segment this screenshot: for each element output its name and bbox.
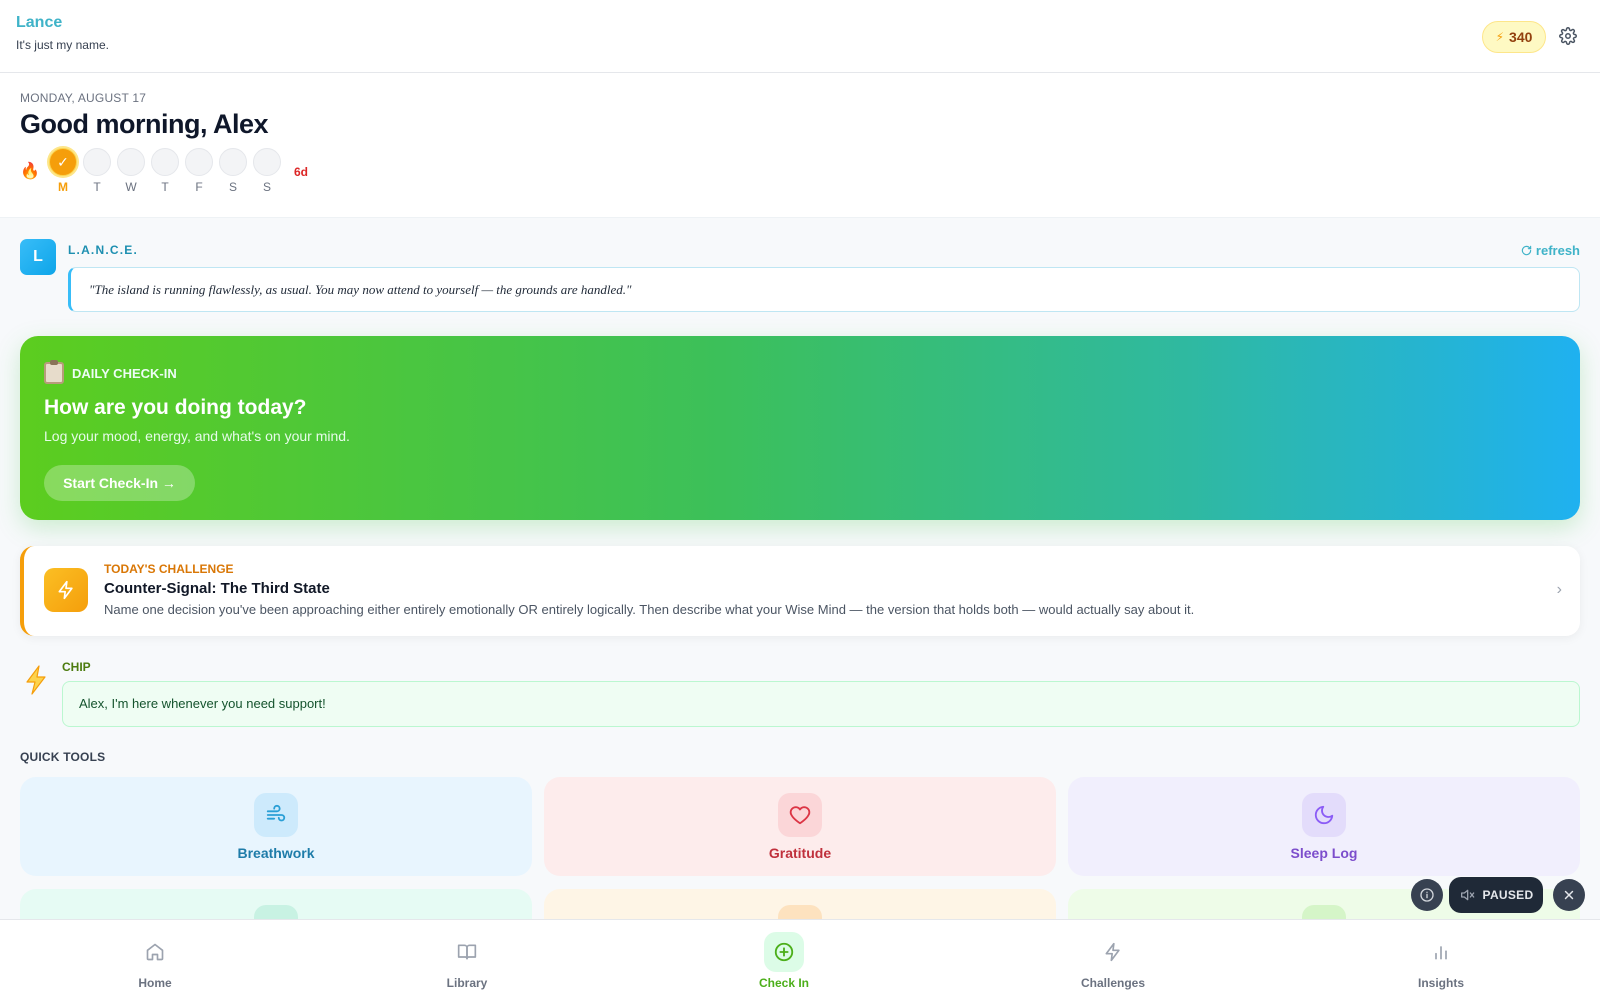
clipboard-icon [44,360,64,384]
audio-status-label: PAUSED [1482,888,1534,902]
book-icon [447,932,487,972]
date-label: MONDAY, AUGUST 17 [20,91,147,105]
day-circle [83,148,111,176]
sleep-log-tool[interactable]: Sleep Log [1068,777,1580,876]
day-wednesday[interactable]: W [117,148,145,194]
lightning-icon [24,665,48,702]
refresh-button[interactable]: refresh [1521,243,1580,258]
top-bar: Lance It's just my name. ⚡ 340 [0,0,1600,73]
nav-label: Challenges [1080,976,1146,990]
day-monday[interactable]: ✓ M [49,148,77,194]
greeting-section: MONDAY, AUGUST 17 Good morning, Alex 🔥 ✓… [0,73,1600,218]
assistant-name: L.A.N.C.E. [68,243,139,257]
day-label: F [195,180,203,194]
audio-status-button[interactable]: PAUSED [1449,877,1543,913]
refresh-icon [1521,245,1532,256]
moon-icon [1302,793,1346,837]
wind-icon [254,793,298,837]
day-circle [151,148,179,176]
bolt-icon: ⚡ [1495,30,1505,44]
nav-check-in[interactable]: Check In [724,920,844,1000]
mute-icon [1460,889,1474,901]
checkin-kicker-label: DAILY CHECK-IN [72,365,177,381]
nav-home[interactable]: Home [95,920,215,1000]
checkin-title: How are you doing today? [44,396,307,419]
challenge-card[interactable]: TODAY'S CHALLENGE Counter-Signal: The Th… [20,546,1580,636]
challenge-description: Name one decision you've been approachin… [104,602,1195,617]
day-saturday[interactable]: S [219,148,247,194]
chip-message: Alex, I'm here whenever you need support… [62,681,1580,727]
home-icon [135,932,175,972]
day-circle [253,148,281,176]
chevron-right-icon: › [1556,581,1562,598]
gratitude-tool[interactable]: Gratitude [544,777,1056,876]
nav-label: Insights [1417,976,1464,990]
breathwork-tool[interactable]: Breathwork [20,777,532,876]
gear-icon [1559,27,1577,45]
tool-label: Breathwork [237,845,315,861]
day-label: T [93,180,101,194]
tool-label: Gratitude [768,845,832,861]
nav-label: Check In [758,976,809,990]
day-circle [219,148,247,176]
plus-circle-icon [764,932,804,972]
info-button[interactable] [1411,879,1443,911]
day-tuesday[interactable]: T [83,148,111,194]
heart-icon [778,793,822,837]
bottom-nav: Home Library Check In Challenges Insight… [0,919,1600,1000]
day-circle [117,148,145,176]
day-circle [185,148,213,176]
streak-week: ✓ M T W T F S S [49,148,281,194]
bar-chart-icon [1421,932,1461,972]
nav-challenges[interactable]: Challenges [1053,920,1173,1000]
day-label: T [161,180,169,194]
challenge-title: Counter-Signal: The Third State [104,580,330,597]
bolt-icon [1093,932,1133,972]
checkin-kicker: DAILY CHECK-IN [44,360,177,384]
nav-label: Library [446,976,488,990]
page-title: Good morning, Alex [20,109,269,139]
bolt-icon [44,568,88,612]
day-label: W [125,180,137,194]
daily-checkin-card: DAILY CHECK-IN How are you doing today? … [20,336,1580,520]
day-circle-done: ✓ [49,148,77,176]
check-icon: ✓ [57,153,69,170]
info-icon [1420,888,1434,902]
assistant-quote: "The island is running flawlessly, as us… [68,267,1580,312]
day-label: M [58,180,68,194]
refresh-label: refresh [1535,243,1580,258]
day-thursday[interactable]: T [151,148,179,194]
streak-count: 6d [294,165,309,179]
close-icon [1564,890,1574,900]
day-label: S [228,180,237,194]
day-sunday[interactable]: S [253,148,281,194]
challenge-kicker: TODAY'S CHALLENGE [104,562,234,576]
points-value: 340 [1509,29,1533,45]
start-checkin-button[interactable]: Start Check-In → [44,465,195,501]
points-badge[interactable]: ⚡ 340 [1482,21,1546,53]
close-button[interactable] [1553,879,1585,911]
app-title[interactable]: Lance [16,14,62,32]
quick-tools-label: QUICK TOOLS [20,750,106,764]
checkin-subtitle: Log your mood, energy, and what's on you… [44,428,350,444]
nav-label: Home [138,976,172,990]
avatar: L [20,239,56,275]
nav-insights[interactable]: Insights [1381,920,1501,1000]
fire-icon: 🔥 [20,163,40,180]
chip-name: CHIP [62,660,91,674]
nav-library[interactable]: Library [407,920,527,1000]
day-label: S [262,180,271,194]
tool-label: Sleep Log [1290,845,1358,861]
app-tagline: It's just my name. [16,38,109,52]
settings-button[interactable] [1557,25,1579,47]
day-friday[interactable]: F [185,148,213,194]
